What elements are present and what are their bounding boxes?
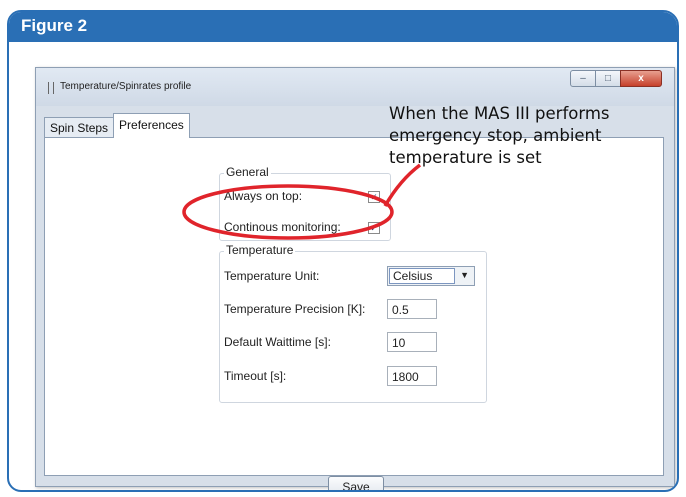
callout-line-2: emergency stop, ambient xyxy=(389,126,602,145)
callout-text: When the MAS III performs emergency stop… xyxy=(389,103,669,169)
callout-line-1: When the MAS III performs xyxy=(389,104,610,123)
tab-preferences[interactable]: Preferences xyxy=(113,113,190,138)
highlight-ellipse xyxy=(182,184,394,240)
callout-line-3: temperature is set xyxy=(389,148,542,167)
callout-pointer xyxy=(383,163,422,207)
annotation-overlay xyxy=(182,163,422,240)
